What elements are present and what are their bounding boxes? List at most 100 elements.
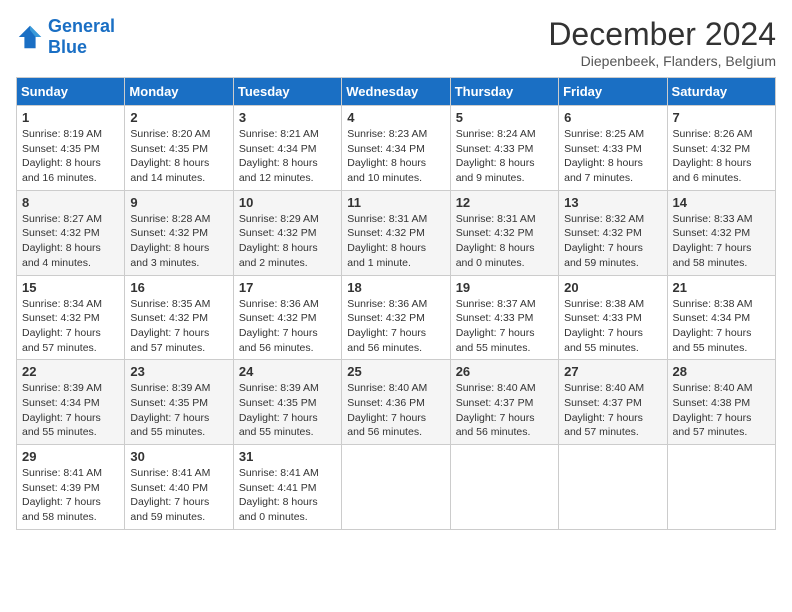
calendar-cell: 23 Sunrise: 8:39 AM Sunset: 4:35 PM Dayli…	[125, 360, 233, 445]
day-info: Sunrise: 8:31 AM Sunset: 4:32 PM Dayligh…	[456, 212, 553, 271]
weekday-header: Saturday	[667, 78, 775, 106]
calendar-week-row: 22 Sunrise: 8:39 AM Sunset: 4:34 PM Dayli…	[17, 360, 776, 445]
day-info: Sunrise: 8:41 AM Sunset: 4:40 PM Dayligh…	[130, 466, 227, 525]
calendar-cell: 6 Sunrise: 8:25 AM Sunset: 4:33 PM Daylig…	[559, 106, 667, 191]
day-info: Sunrise: 8:40 AM Sunset: 4:37 PM Dayligh…	[564, 381, 661, 440]
day-number: 13	[564, 195, 661, 210]
calendar-cell: 21 Sunrise: 8:38 AM Sunset: 4:34 PM Dayli…	[667, 275, 775, 360]
day-info: Sunrise: 8:32 AM Sunset: 4:32 PM Dayligh…	[564, 212, 661, 271]
calendar-cell: 10Sunrise: 8:29 AM Sunset: 4:32 PM Dayli…	[233, 190, 341, 275]
day-number: 30	[130, 449, 227, 464]
calendar-cell	[559, 445, 667, 530]
calendar-cell: 28 Sunrise: 8:40 AM Sunset: 4:38 PM Dayli…	[667, 360, 775, 445]
weekday-header: Wednesday	[342, 78, 450, 106]
day-info: Sunrise: 8:39 AM Sunset: 4:35 PM Dayligh…	[130, 381, 227, 440]
day-number: 21	[673, 280, 770, 295]
logo: General Blue	[16, 16, 115, 58]
calendar-cell: 11Sunrise: 8:31 AM Sunset: 4:32 PM Dayli…	[342, 190, 450, 275]
day-info: Sunrise: 8:21 AM Sunset: 4:34 PM Dayligh…	[239, 127, 336, 186]
day-info: Sunrise: 8:39 AM Sunset: 4:34 PM Dayligh…	[22, 381, 119, 440]
day-number: 6	[564, 110, 661, 125]
day-info: Sunrise: 8:36 AM Sunset: 4:32 PM Dayligh…	[239, 297, 336, 356]
calendar-cell: 30 Sunrise: 8:41 AM Sunset: 4:40 PM Dayli…	[125, 445, 233, 530]
calendar-cell: 27 Sunrise: 8:40 AM Sunset: 4:37 PM Dayli…	[559, 360, 667, 445]
day-number: 8	[22, 195, 119, 210]
calendar-cell: 4Sunrise: 8:23 AM Sunset: 4:34 PM Daylig…	[342, 106, 450, 191]
day-info: Sunrise: 8:31 AM Sunset: 4:32 PM Dayligh…	[347, 212, 444, 271]
day-info: Sunrise: 8:28 AM Sunset: 4:32 PM Dayligh…	[130, 212, 227, 271]
calendar-cell: 24 Sunrise: 8:39 AM Sunset: 4:35 PM Dayli…	[233, 360, 341, 445]
calendar-cell	[667, 445, 775, 530]
day-info: Sunrise: 8:37 AM Sunset: 4:33 PM Dayligh…	[456, 297, 553, 356]
day-info: Sunrise: 8:19 AM Sunset: 4:35 PM Dayligh…	[22, 127, 119, 186]
calendar-week-row: 8 Sunrise: 8:27 AM Sunset: 4:32 PM Daylig…	[17, 190, 776, 275]
day-info: Sunrise: 8:40 AM Sunset: 4:36 PM Dayligh…	[347, 381, 444, 440]
calendar-cell: 25 Sunrise: 8:40 AM Sunset: 4:36 PM Dayli…	[342, 360, 450, 445]
day-info: Sunrise: 8:39 AM Sunset: 4:35 PM Dayligh…	[239, 381, 336, 440]
calendar-cell: 7Sunrise: 8:26 AM Sunset: 4:32 PM Daylig…	[667, 106, 775, 191]
day-number: 25	[347, 364, 444, 379]
day-info: Sunrise: 8:20 AM Sunset: 4:35 PM Dayligh…	[130, 127, 227, 186]
calendar-cell: 1 Sunrise: 8:19 AM Sunset: 4:35 PM Daylig…	[17, 106, 125, 191]
calendar-cell: 12 Sunrise: 8:31 AM Sunset: 4:32 PM Dayli…	[450, 190, 558, 275]
calendar-week-row: 1 Sunrise: 8:19 AM Sunset: 4:35 PM Daylig…	[17, 106, 776, 191]
calendar-cell	[342, 445, 450, 530]
day-info: Sunrise: 8:25 AM Sunset: 4:33 PM Dayligh…	[564, 127, 661, 186]
day-number: 17	[239, 280, 336, 295]
calendar-week-row: 15Sunrise: 8:34 AM Sunset: 4:32 PM Dayli…	[17, 275, 776, 360]
subtitle: Diepenbeek, Flanders, Belgium	[548, 53, 776, 69]
day-number: 7	[673, 110, 770, 125]
day-number: 12	[456, 195, 553, 210]
day-info: Sunrise: 8:38 AM Sunset: 4:34 PM Dayligh…	[673, 297, 770, 356]
calendar-header-row: SundayMondayTuesdayWednesdayThursdayFrid…	[17, 78, 776, 106]
day-number: 28	[673, 364, 770, 379]
day-number: 20	[564, 280, 661, 295]
day-number: 31	[239, 449, 336, 464]
logo-text: General Blue	[48, 16, 115, 58]
day-info: Sunrise: 8:40 AM Sunset: 4:37 PM Dayligh…	[456, 381, 553, 440]
weekday-header: Sunday	[17, 78, 125, 106]
day-number: 16	[130, 280, 227, 295]
day-info: Sunrise: 8:23 AM Sunset: 4:34 PM Dayligh…	[347, 127, 444, 186]
day-number: 1	[22, 110, 119, 125]
day-number: 22	[22, 364, 119, 379]
day-number: 5	[456, 110, 553, 125]
calendar-cell: 14 Sunrise: 8:33 AM Sunset: 4:32 PM Dayli…	[667, 190, 775, 275]
calendar-table: SundayMondayTuesdayWednesdayThursdayFrid…	[16, 77, 776, 530]
day-number: 3	[239, 110, 336, 125]
day-number: 24	[239, 364, 336, 379]
main-title: December 2024	[548, 16, 776, 53]
weekday-header: Monday	[125, 78, 233, 106]
calendar-cell: 9 Sunrise: 8:28 AM Sunset: 4:32 PM Daylig…	[125, 190, 233, 275]
calendar-cell: 13 Sunrise: 8:32 AM Sunset: 4:32 PM Dayli…	[559, 190, 667, 275]
calendar-cell: 22 Sunrise: 8:39 AM Sunset: 4:34 PM Dayli…	[17, 360, 125, 445]
weekday-header: Tuesday	[233, 78, 341, 106]
day-number: 29	[22, 449, 119, 464]
day-number: 2	[130, 110, 227, 125]
day-number: 26	[456, 364, 553, 379]
calendar-cell: 2 Sunrise: 8:20 AM Sunset: 4:35 PM Daylig…	[125, 106, 233, 191]
day-number: 18	[347, 280, 444, 295]
day-info: Sunrise: 8:33 AM Sunset: 4:32 PM Dayligh…	[673, 212, 770, 271]
day-info: Sunrise: 8:27 AM Sunset: 4:32 PM Dayligh…	[22, 212, 119, 271]
calendar-cell: 15Sunrise: 8:34 AM Sunset: 4:32 PM Dayli…	[17, 275, 125, 360]
day-number: 9	[130, 195, 227, 210]
day-number: 27	[564, 364, 661, 379]
calendar-cell: 8 Sunrise: 8:27 AM Sunset: 4:32 PM Daylig…	[17, 190, 125, 275]
title-section: December 2024 Diepenbeek, Flanders, Belg…	[548, 16, 776, 69]
day-number: 23	[130, 364, 227, 379]
weekday-header: Thursday	[450, 78, 558, 106]
day-info: Sunrise: 8:40 AM Sunset: 4:38 PM Dayligh…	[673, 381, 770, 440]
calendar-week-row: 29Sunrise: 8:41 AM Sunset: 4:39 PM Dayli…	[17, 445, 776, 530]
day-info: Sunrise: 8:24 AM Sunset: 4:33 PM Dayligh…	[456, 127, 553, 186]
day-number: 14	[673, 195, 770, 210]
calendar-cell: 19Sunrise: 8:37 AM Sunset: 4:33 PM Dayli…	[450, 275, 558, 360]
calendar-cell: 16 Sunrise: 8:35 AM Sunset: 4:32 PM Dayli…	[125, 275, 233, 360]
calendar-cell: 18Sunrise: 8:36 AM Sunset: 4:32 PM Dayli…	[342, 275, 450, 360]
day-info: Sunrise: 8:41 AM Sunset: 4:41 PM Dayligh…	[239, 466, 336, 525]
calendar-cell: 17 Sunrise: 8:36 AM Sunset: 4:32 PM Dayli…	[233, 275, 341, 360]
weekday-header: Friday	[559, 78, 667, 106]
day-info: Sunrise: 8:38 AM Sunset: 4:33 PM Dayligh…	[564, 297, 661, 356]
calendar-cell: 31 Sunrise: 8:41 AM Sunset: 4:41 PM Dayli…	[233, 445, 341, 530]
day-info: Sunrise: 8:35 AM Sunset: 4:32 PM Dayligh…	[130, 297, 227, 356]
